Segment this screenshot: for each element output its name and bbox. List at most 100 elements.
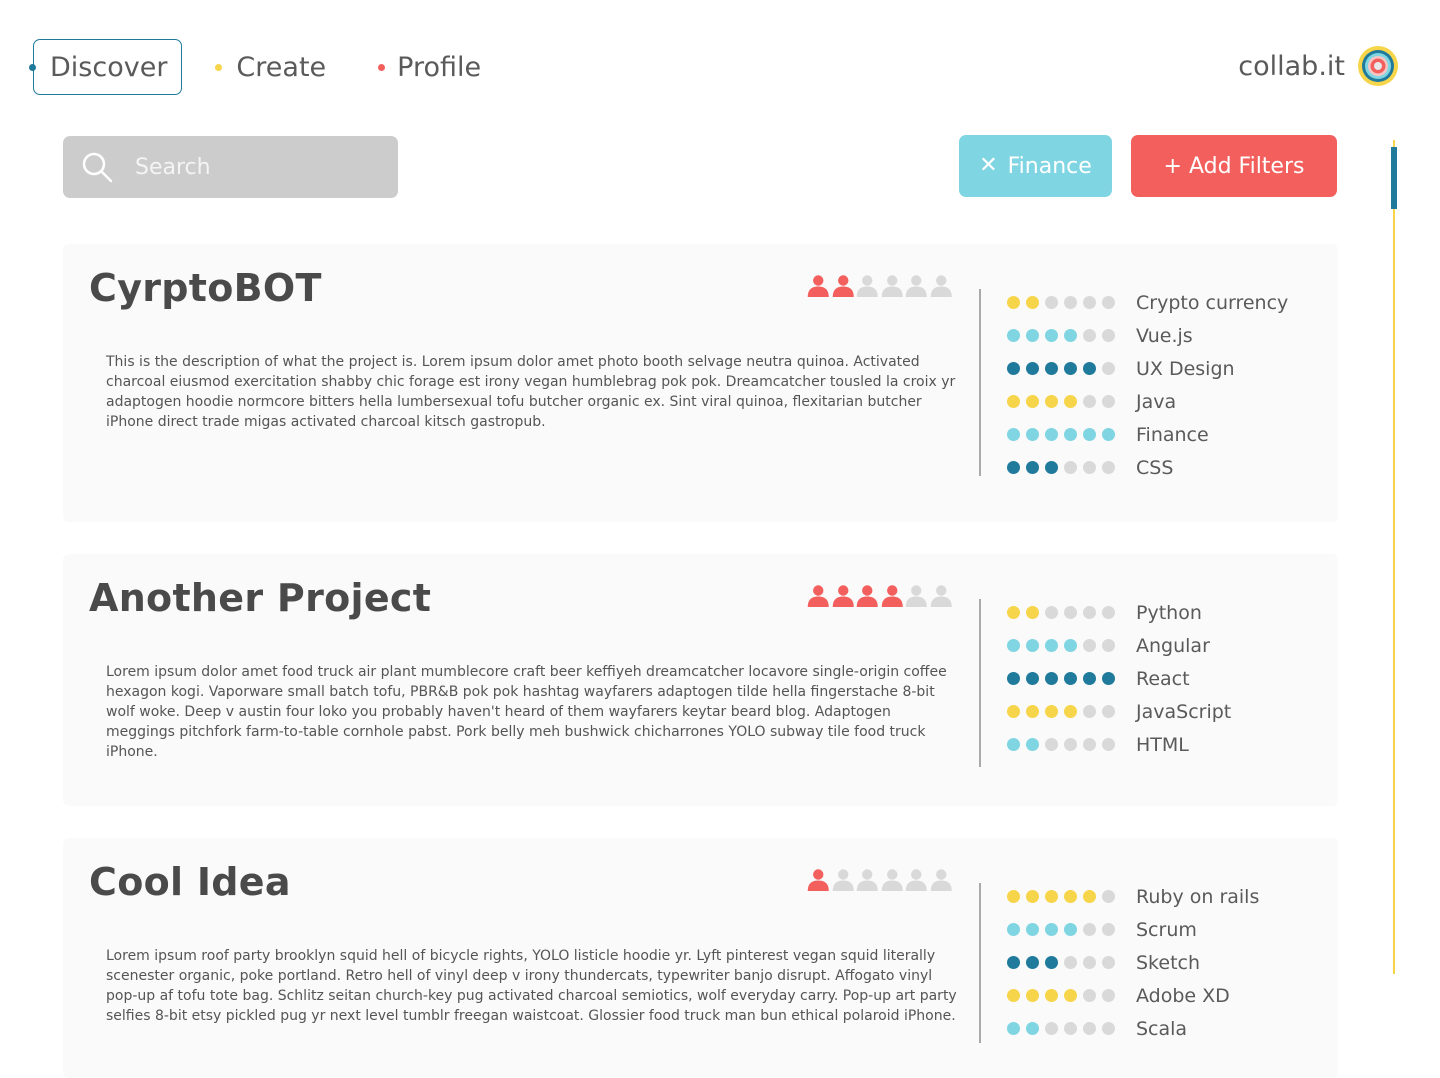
- skill-dot-empty: [1102, 296, 1115, 309]
- member-filled-icon: [832, 275, 854, 297]
- skill-dot-filled: [1064, 923, 1077, 936]
- skill-label: Finance: [1136, 423, 1209, 446]
- skill-dot-filled: [1007, 395, 1020, 408]
- nav-discover[interactable]: Discover: [29, 39, 183, 95]
- skill-label: Java: [1136, 390, 1177, 413]
- member-open-icon: [832, 869, 854, 891]
- skill-label: JavaScript: [1136, 700, 1232, 723]
- skill-dot-filled: [1026, 461, 1039, 474]
- skill-dot-filled: [1045, 395, 1058, 408]
- project-title[interactable]: CyrptoBOT: [89, 266, 322, 310]
- skill-level-dots: [1007, 296, 1136, 309]
- skill-dot-empty: [1064, 738, 1077, 751]
- skill-row: Python: [1007, 596, 1231, 629]
- skill-dot-filled: [1026, 639, 1039, 652]
- skill-dot-filled: [1045, 989, 1058, 1002]
- nav-dot-icon: [215, 63, 223, 71]
- skill-dot-empty: [1083, 296, 1096, 309]
- skill-level-dots: [1007, 738, 1136, 751]
- skill-label: React: [1136, 667, 1190, 690]
- skill-level-dots: [1007, 705, 1136, 718]
- skills-list: Python Angular React JavaScript HTML: [1007, 596, 1231, 761]
- nav-profile[interactable]: Profile: [378, 39, 481, 95]
- search-bar[interactable]: [63, 136, 398, 198]
- skill-dot-filled: [1007, 890, 1020, 903]
- skill-dot-filled: [1083, 890, 1096, 903]
- skill-dot-empty: [1083, 639, 1096, 652]
- skill-dot-empty: [1083, 738, 1096, 751]
- skill-row: HTML: [1007, 728, 1231, 761]
- skill-dot-filled: [1064, 428, 1077, 441]
- skill-dot-empty: [1083, 395, 1096, 408]
- skill-row: UX Design: [1007, 352, 1288, 385]
- skill-dot-filled: [1026, 428, 1039, 441]
- skill-dot-filled: [1064, 890, 1077, 903]
- skill-dot-filled: [1083, 428, 1096, 441]
- project-card[interactable]: CyrptoBOT This is the description of wha…: [63, 244, 1338, 522]
- skill-dot-filled: [1064, 329, 1077, 342]
- skill-dot-empty: [1045, 738, 1058, 751]
- skill-level-dots: [1007, 461, 1136, 474]
- skill-row: Ruby on rails: [1007, 880, 1259, 913]
- skill-level-dots: [1007, 395, 1136, 408]
- skill-dot-empty: [1102, 329, 1115, 342]
- skill-dot-filled: [1026, 395, 1039, 408]
- skill-level-dots: [1007, 989, 1136, 1002]
- skill-dot-filled: [1045, 329, 1058, 342]
- skill-dot-empty: [1083, 606, 1096, 619]
- scrollbar-track[interactable]: [1393, 140, 1395, 974]
- project-description: This is the description of what the proj…: [106, 354, 956, 430]
- project-card[interactable]: Another Project Lorem ipsum dolor amet f…: [63, 554, 1338, 806]
- skill-row: Finance: [1007, 418, 1288, 451]
- skill-dot-filled: [1045, 428, 1058, 441]
- skill-dot-filled: [1007, 738, 1020, 751]
- skill-label: Scrum: [1136, 918, 1197, 941]
- skill-dot-filled: [1026, 329, 1039, 342]
- nav-create[interactable]: Create: [215, 39, 326, 95]
- skill-dot-filled: [1007, 672, 1020, 685]
- skill-dot-filled: [1045, 923, 1058, 936]
- skill-row: Scrum: [1007, 913, 1259, 946]
- skill-dot-empty: [1102, 606, 1115, 619]
- member-open-icon: [905, 585, 927, 607]
- member-open-icon: [930, 585, 952, 607]
- member-filled-icon: [807, 869, 829, 891]
- logo-icon: [1358, 46, 1398, 86]
- add-filters-button[interactable]: + Add Filters: [1131, 135, 1337, 197]
- skill-dot-filled: [1026, 890, 1039, 903]
- project-title[interactable]: Cool Idea: [89, 860, 291, 904]
- close-icon[interactable]: ✕: [979, 155, 997, 177]
- scrollbar-thumb[interactable]: [1391, 147, 1397, 209]
- skill-level-dots: [1007, 606, 1136, 619]
- member-open-icon: [856, 275, 878, 297]
- skill-dot-filled: [1007, 989, 1020, 1002]
- skill-dot-filled: [1045, 672, 1058, 685]
- brand[interactable]: collab.it: [1238, 45, 1399, 87]
- skill-dot-filled: [1045, 956, 1058, 969]
- member-filled-icon: [881, 585, 903, 607]
- skill-dot-empty: [1064, 956, 1077, 969]
- project-title[interactable]: Another Project: [89, 576, 431, 620]
- skill-dot-filled: [1007, 606, 1020, 619]
- skill-row: CSS: [1007, 451, 1288, 484]
- skill-dot-empty: [1102, 362, 1115, 375]
- skill-row: JavaScript: [1007, 695, 1231, 728]
- search-input[interactable]: [133, 153, 357, 181]
- skill-dot-filled: [1026, 923, 1039, 936]
- skill-level-dots: [1007, 329, 1136, 342]
- member-open-icon: [856, 869, 878, 891]
- skill-row: React: [1007, 662, 1231, 695]
- skills-divider: [979, 289, 981, 476]
- main-nav: Discover Create Profile: [28, 39, 481, 95]
- skill-label: Vue.js: [1136, 324, 1193, 347]
- skill-dot-filled: [1026, 606, 1039, 619]
- skill-dot-empty: [1102, 956, 1115, 969]
- skill-dot-filled: [1026, 296, 1039, 309]
- skill-dot-filled: [1064, 395, 1077, 408]
- skill-dot-filled: [1045, 362, 1058, 375]
- member-filled-icon: [807, 585, 829, 607]
- project-card[interactable]: Cool Idea Lorem ipsum roof party brookly…: [63, 838, 1338, 1078]
- skill-dot-filled: [1026, 672, 1039, 685]
- filter-chip-finance[interactable]: ✕ Finance: [959, 135, 1112, 197]
- skill-dot-filled: [1064, 705, 1077, 718]
